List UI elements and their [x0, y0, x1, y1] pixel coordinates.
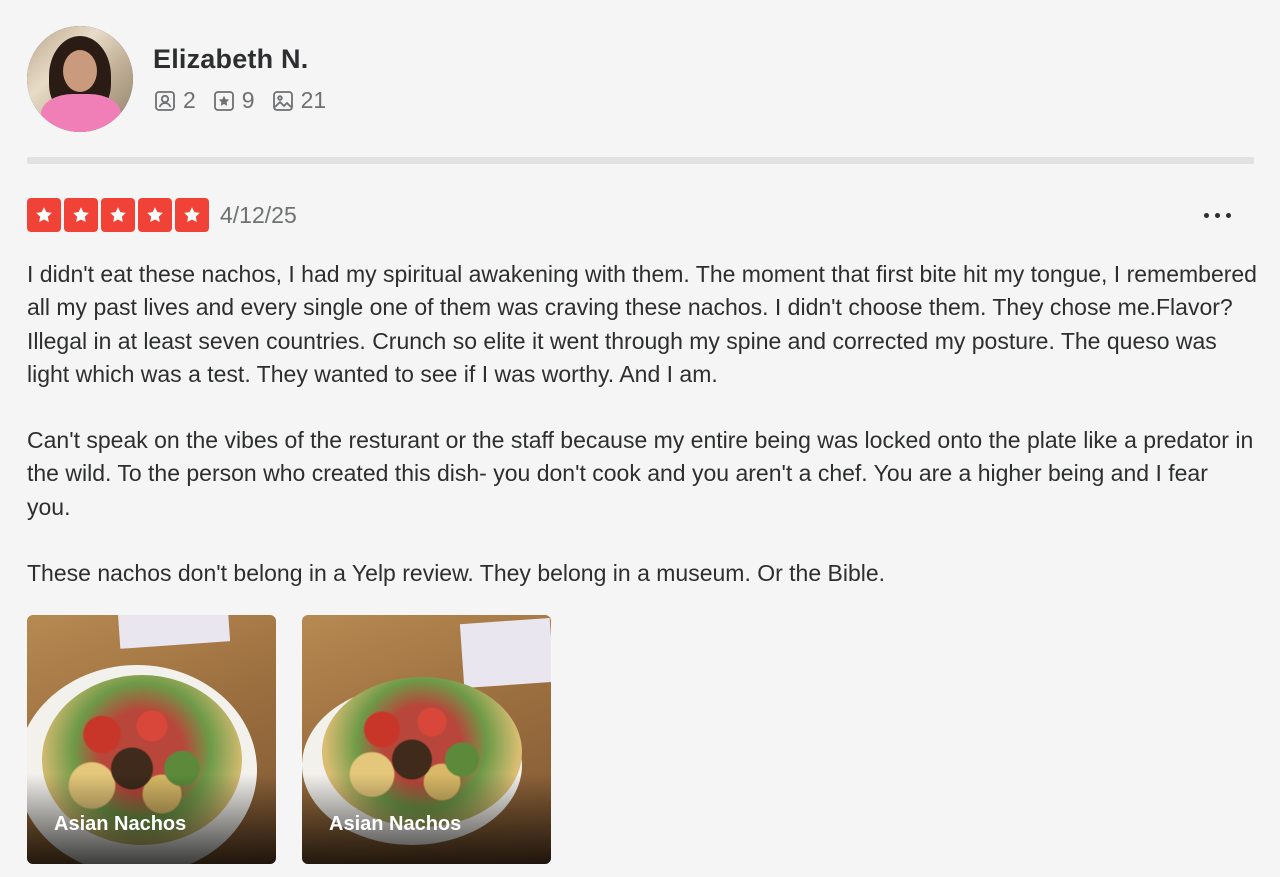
photos-icon [272, 90, 293, 111]
photo-caption: Asian Nachos [329, 813, 462, 835]
review-photo[interactable]: Asian Nachos [27, 615, 276, 864]
star-icon [175, 198, 209, 232]
photos-count: 21 [300, 87, 327, 113]
reviews-star-icon [213, 90, 234, 111]
avatar[interactable] [27, 26, 133, 132]
user-info: Elizabeth N. 2 9 21 [153, 44, 326, 114]
star-icon [101, 198, 135, 232]
user-stats: 2 9 21 [153, 87, 326, 114]
star-rating [27, 198, 209, 232]
friends-stat: 2 [153, 87, 196, 114]
reviewer-header: Elizabeth N. 2 9 21 [27, 26, 326, 132]
star-icon [138, 198, 172, 232]
star-icon [64, 198, 98, 232]
reviews-stat: 9 [212, 87, 255, 114]
more-dot-icon [1225, 212, 1231, 218]
friends-count: 2 [183, 87, 196, 113]
photo-caption: Asian Nachos [54, 813, 187, 835]
more-options-button[interactable] [1194, 198, 1240, 232]
review-photos: Asian Nachos Asian Nachos [27, 615, 551, 864]
reviews-count: 9 [241, 87, 255, 113]
rating-row: 4/12/25 [27, 198, 297, 232]
review-date: 4/12/25 [220, 201, 297, 228]
user-name[interactable]: Elizabeth N. [153, 44, 326, 75]
review-text: I didn't eat these nachos, I had my spir… [27, 258, 1257, 623]
review-paragraph: These nachos don't belong in a Yelp revi… [27, 560, 886, 587]
more-dot-icon [1214, 212, 1220, 218]
review-paragraph: I didn't eat these nachos, I had my spir… [27, 261, 1257, 387]
photos-stat: 21 [271, 87, 327, 114]
review-paragraph: Can't speak on the vibes of the resturan… [27, 427, 1254, 520]
more-dot-icon [1203, 212, 1209, 218]
star-icon [27, 198, 61, 232]
review-photo[interactable]: Asian Nachos [302, 615, 551, 864]
section-divider [27, 157, 1254, 164]
friends-icon [155, 90, 175, 111]
